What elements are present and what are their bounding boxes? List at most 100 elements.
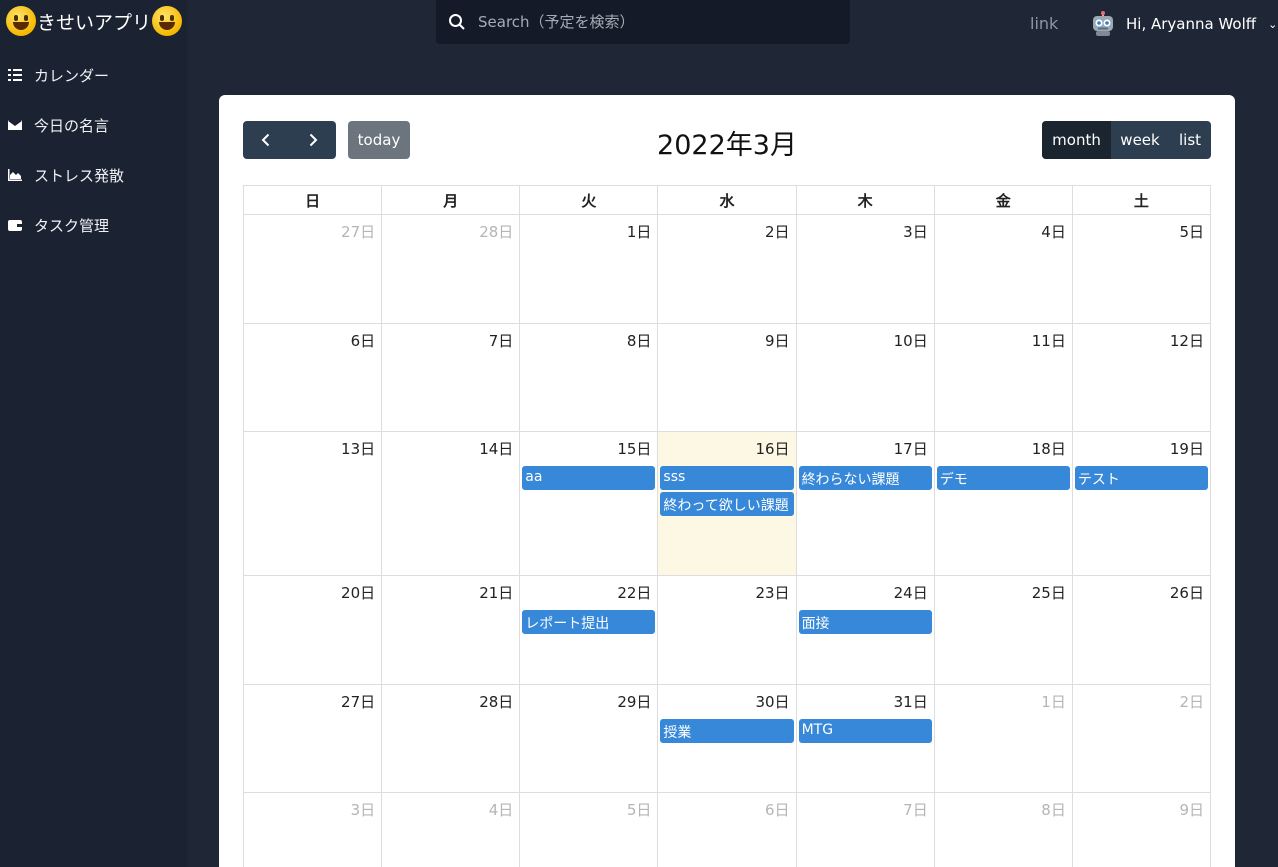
day-cell[interactable]: 26日 <box>1072 576 1211 685</box>
day-number[interactable]: 31日 <box>894 693 928 711</box>
day-cell[interactable]: 21日 <box>382 576 521 685</box>
day-number[interactable]: 21日 <box>479 584 513 602</box>
day-number[interactable]: 26日 <box>1170 584 1204 602</box>
day-number[interactable]: 28日 <box>479 693 513 711</box>
day-number[interactable]: 22日 <box>617 584 651 602</box>
day-number[interactable]: 8日 <box>1041 801 1066 819</box>
day-cell[interactable]: 2日 <box>1072 685 1211 793</box>
day-cell[interactable]: 9日 <box>658 324 797 432</box>
day-cell[interactable]: 5日 <box>1072 215 1211 324</box>
day-number[interactable]: 5日 <box>627 801 652 819</box>
day-cell[interactable]: 19日テスト <box>1072 432 1211 576</box>
day-cell[interactable]: 10日 <box>796 324 935 432</box>
day-cell[interactable]: 20日 <box>244 576 383 685</box>
day-cell[interactable]: 8日 <box>520 324 659 432</box>
day-number[interactable]: 3日 <box>351 801 376 819</box>
user-menu[interactable]: Hi, Aryanna Wolff ⌄ <box>1090 10 1277 38</box>
day-number[interactable]: 5日 <box>1179 223 1204 241</box>
event-chip[interactable]: 終わって欲しい課題 <box>660 492 794 516</box>
day-number[interactable]: 27日 <box>341 693 375 711</box>
view-month-button[interactable]: month <box>1042 121 1111 159</box>
day-number[interactable]: 29日 <box>617 693 651 711</box>
view-list-button[interactable]: list <box>1169 121 1211 159</box>
event-chip[interactable]: レポート提出 <box>522 610 656 634</box>
day-number[interactable]: 1日 <box>627 223 652 241</box>
day-cell[interactable]: 3日 <box>796 215 935 324</box>
app-brand[interactable]: きせいアプリ <box>6 4 183 38</box>
day-cell[interactable]: 29日 <box>520 685 659 793</box>
day-cell[interactable]: 17日終わらない課題 <box>796 432 935 576</box>
day-number[interactable]: 7日 <box>489 332 514 350</box>
search-input[interactable] <box>478 13 818 31</box>
day-cell[interactable]: 23日 <box>658 576 797 685</box>
event-chip[interactable]: 終わらない課題 <box>798 466 932 490</box>
day-cell[interactable]: 8日 <box>935 793 1073 867</box>
day-number[interactable]: 3日 <box>903 223 928 241</box>
day-number[interactable]: 28日 <box>479 223 513 241</box>
day-number[interactable]: 9日 <box>765 332 790 350</box>
day-cell[interactable]: 18日デモ <box>934 432 1073 576</box>
day-number[interactable]: 14日 <box>479 440 513 458</box>
day-number[interactable]: 20日 <box>341 584 375 602</box>
day-number[interactable]: 9日 <box>1179 801 1204 819</box>
event-chip[interactable]: テスト <box>1074 466 1208 490</box>
day-number[interactable]: 8日 <box>627 332 652 350</box>
day-number[interactable]: 7日 <box>903 801 928 819</box>
day-number[interactable]: 10日 <box>894 332 928 350</box>
day-number[interactable]: 30日 <box>755 693 789 711</box>
day-cell[interactable]: 6日 <box>658 793 797 867</box>
view-week-button[interactable]: week <box>1111 121 1169 159</box>
day-number[interactable]: 27日 <box>341 223 375 241</box>
day-number[interactable]: 23日 <box>755 584 789 602</box>
day-cell[interactable]: 15日 aa <box>520 432 659 576</box>
day-number[interactable]: 18日 <box>1032 440 1066 458</box>
event-chip[interactable]: sss <box>660 466 794 490</box>
day-cell[interactable]: 1日 <box>934 685 1073 793</box>
day-number[interactable]: 2日 <box>765 223 790 241</box>
day-cell[interactable]: 24日面接 <box>796 576 935 685</box>
day-number[interactable]: 4日 <box>489 801 514 819</box>
day-cell[interactable]: 27日 <box>244 215 383 324</box>
day-number[interactable]: 15日 <box>617 440 651 458</box>
day-number[interactable]: 6日 <box>351 332 376 350</box>
day-cell[interactable]: 28日 <box>382 215 521 324</box>
day-cell[interactable]: 9日 <box>1073 793 1211 867</box>
top-link[interactable]: link <box>1030 14 1058 33</box>
day-cell[interactable]: 12日 <box>1072 324 1211 432</box>
day-number[interactable]: 2日 <box>1179 693 1204 711</box>
day-cell[interactable]: 5日 <box>520 793 659 867</box>
day-cell[interactable]: 7日 <box>382 324 521 432</box>
event-chip[interactable]: 面接 <box>798 610 932 634</box>
day-cell[interactable]: 7日 <box>797 793 935 867</box>
day-number[interactable]: 4日 <box>1041 223 1066 241</box>
day-cell[interactable]: 14日 <box>382 432 521 576</box>
sidebar-item-quote[interactable]: 今日の名言 <box>6 113 109 137</box>
day-cell[interactable]: 13日 <box>244 432 383 576</box>
event-chip[interactable]: デモ <box>936 466 1070 490</box>
sidebar-item-calendar[interactable]: カレンダー <box>6 63 109 87</box>
day-number[interactable]: 24日 <box>894 584 928 602</box>
day-number[interactable]: 25日 <box>1032 584 1066 602</box>
sidebar-item-tasks[interactable]: タスク管理 <box>6 213 109 237</box>
day-cell[interactable]: 27日 <box>244 685 383 793</box>
day-number[interactable]: 11日 <box>1032 332 1066 350</box>
day-number[interactable]: 6日 <box>765 801 790 819</box>
day-number[interactable]: 19日 <box>1170 440 1204 458</box>
day-number[interactable]: 16日 <box>755 440 789 458</box>
day-number[interactable]: 1日 <box>1041 693 1066 711</box>
day-cell[interactable]: 22日レポート提出 <box>520 576 659 685</box>
day-cell[interactable]: 4日 <box>382 793 521 867</box>
event-chip[interactable]: 授業 <box>660 719 794 743</box>
day-cell[interactable]: 31日 MTG <box>796 685 935 793</box>
day-cell-today[interactable]: 16日 sss 終わって欲しい課題 <box>658 432 797 576</box>
day-cell[interactable]: 28日 <box>382 685 521 793</box>
day-cell[interactable]: 25日 <box>934 576 1073 685</box>
day-cell[interactable]: 2日 <box>658 215 797 324</box>
day-number[interactable]: 17日 <box>894 440 928 458</box>
day-cell[interactable]: 6日 <box>244 324 383 432</box>
day-cell[interactable]: 30日授業 <box>658 685 797 793</box>
event-chip[interactable]: MTG <box>798 719 932 743</box>
day-cell[interactable]: 1日 <box>520 215 659 324</box>
day-cell[interactable]: 4日 <box>934 215 1073 324</box>
event-chip[interactable]: aa <box>522 466 656 490</box>
